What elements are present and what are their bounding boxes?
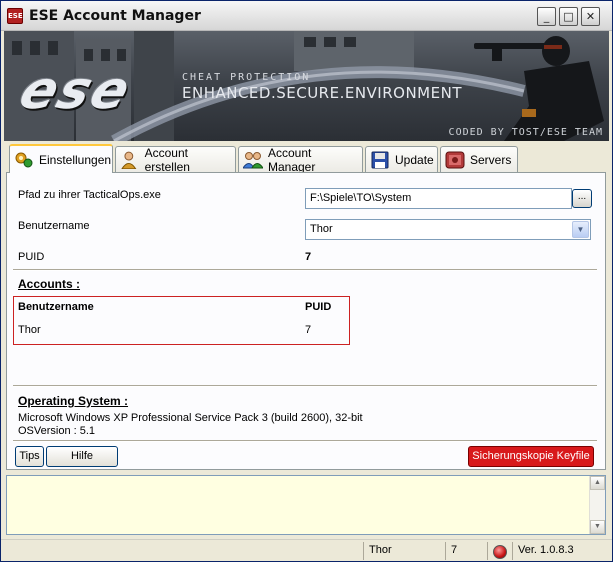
log-textarea[interactable]: ▲ ▼ (6, 475, 606, 535)
tab-label: Servers (470, 152, 512, 167)
accounts-header-puid: PUID (305, 301, 332, 313)
scroll-up-icon[interactable]: ▲ (590, 476, 605, 490)
tab-label: Account erstellen (144, 145, 190, 174)
status-puid: 7 (445, 542, 485, 560)
status-indicator-cell (487, 542, 511, 560)
username-select[interactable]: Thor ▼ (305, 219, 591, 240)
chevron-down-icon[interactable]: ▼ (572, 221, 589, 238)
users-icon (243, 151, 263, 168)
status-led-icon (493, 545, 507, 559)
vertical-scrollbar[interactable]: ▲ ▼ (589, 476, 605, 534)
accounts-title: Accounts : (18, 277, 81, 291)
window-title: ESE Account Manager (29, 8, 201, 24)
scroll-down-icon[interactable]: ▼ (590, 520, 605, 534)
banner-credit: CODED BY TOST/ESE TEAM (448, 127, 603, 138)
hilfe-button[interactable]: Hilfe (46, 446, 118, 467)
tab-update[interactable]: Update (365, 146, 438, 172)
tab-label: Account Manager (267, 145, 316, 174)
divider (13, 385, 597, 387)
table-row-username[interactable]: Thor (18, 324, 41, 336)
settings-icon (15, 152, 33, 167)
settings-panel: Pfad zu ihrer TacticalOps.exe F:\Spiele\… (6, 172, 606, 470)
divider (13, 440, 597, 442)
server-icon (445, 151, 465, 168)
path-label: Pfad zu ihrer TacticalOps.exe (18, 189, 161, 201)
banner-tagline: CHEAT PROTECTION (182, 72, 311, 83)
tab-servers[interactable]: Servers (440, 146, 518, 172)
title-bar[interactable]: ESE ESE Account Manager _ □ ✕ (1, 1, 612, 31)
puid-label: PUID (18, 251, 45, 263)
banner-heading: ENHANCED.SECURE.ENVIRONMENT (182, 84, 462, 102)
tab-label: Update (395, 152, 434, 167)
table-row-puid[interactable]: 7 (305, 324, 311, 336)
tab-bar: Einstellungen Account erstellen Account … (6, 144, 606, 174)
tab-label: Einstellungen (39, 152, 112, 167)
status-version: Ver. 1.0.8.3 (512, 542, 608, 560)
accounts-header-username: Benutzername (18, 301, 94, 313)
status-bar: Thor 7 Ver. 1.0.8.3 (1, 539, 612, 561)
app-icon: ESE (7, 8, 23, 24)
minimize-button[interactable]: _ (537, 7, 556, 26)
app-window: ESE ESE Account Manager _ □ ✕ ese CHEAT … (0, 0, 613, 562)
status-username: Thor (363, 542, 443, 560)
user-add-icon (121, 151, 137, 169)
tab-account-manager[interactable]: Account Manager (238, 145, 363, 174)
browse-button[interactable]: ... (572, 189, 592, 208)
divider (13, 269, 597, 271)
path-input[interactable]: F:\Spiele\TO\System (305, 188, 572, 209)
tips-button[interactable]: Tips (15, 446, 44, 467)
header-banner: ese CHEAT PROTECTION ENHANCED.SECURE.ENV… (4, 31, 609, 141)
floppy-icon (371, 151, 389, 168)
os-description: Microsoft Windows XP Professional Servic… (18, 412, 363, 424)
os-version: OSVersion : 5.1 (18, 425, 96, 437)
puid-value: 7 (305, 251, 312, 263)
os-title: Operating System : (18, 394, 129, 408)
tab-account-erstellen[interactable]: Account erstellen (115, 145, 236, 174)
tab-einstellungen[interactable]: Einstellungen (9, 144, 113, 173)
backup-keyfile-button[interactable]: Sicherungskopie Keyfile (468, 446, 594, 467)
close-button[interactable]: ✕ (581, 7, 600, 26)
ese-logo: ese (12, 61, 140, 121)
username-label: Benutzername (18, 220, 90, 232)
username-select-value: Thor (310, 223, 333, 235)
maximize-button[interactable]: □ (559, 7, 578, 26)
